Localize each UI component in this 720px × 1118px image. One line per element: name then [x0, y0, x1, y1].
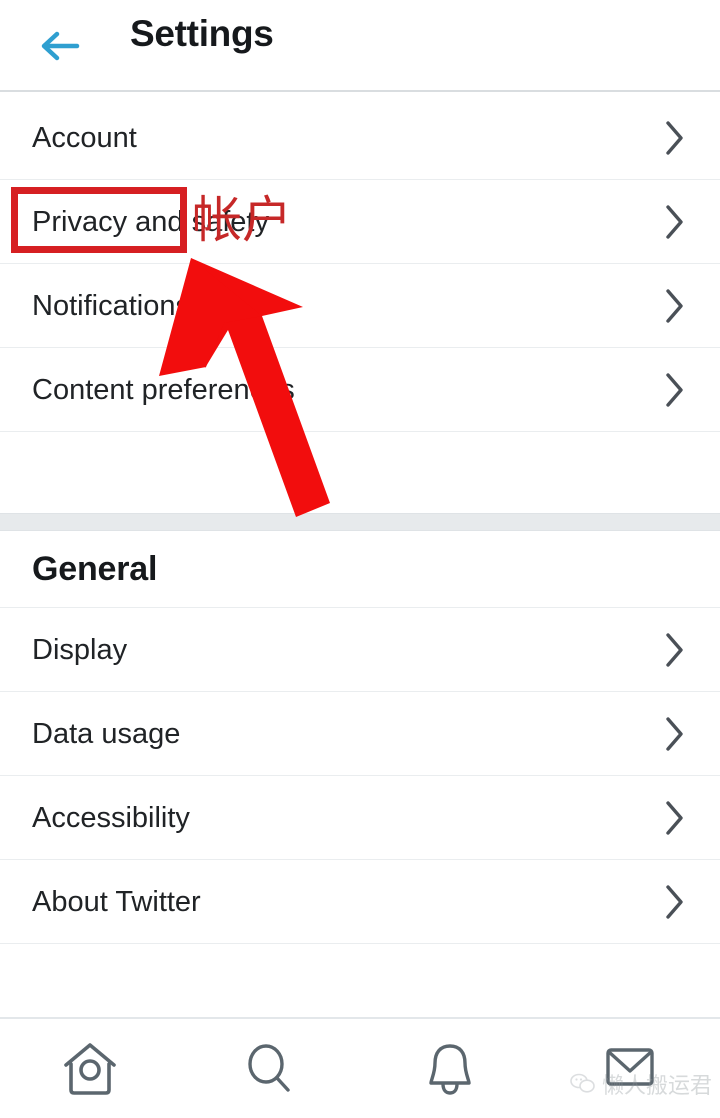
settings-row-label: Accessibility	[32, 802, 190, 834]
bottom-navigation-bar	[0, 1017, 720, 1118]
settings-row-accessibility[interactable]: Accessibility	[0, 776, 720, 860]
settings-row-data-usage[interactable]: Data usage	[0, 692, 720, 776]
section-divider	[0, 513, 720, 531]
nav-item-notifications[interactable]	[360, 1019, 540, 1118]
chevron-right-icon	[664, 608, 686, 692]
general-section: General Display Data usage Accessibility	[0, 531, 720, 944]
settings-row-privacy-and-safety[interactable]: Privacy and safety	[0, 180, 720, 264]
settings-row-label: Data usage	[32, 718, 181, 750]
chevron-right-icon	[664, 860, 686, 944]
bell-icon	[423, 1040, 477, 1098]
settings-row-label: Display	[32, 634, 128, 666]
account-section: Account Privacy and safety Notifications	[0, 96, 720, 432]
section-header-label: General	[32, 550, 158, 588]
settings-row-content-preferences[interactable]: Content preferences	[0, 348, 720, 432]
settings-row-display[interactable]: Display	[0, 608, 720, 692]
nav-item-messages[interactable]	[540, 1019, 720, 1118]
back-button[interactable]	[30, 20, 92, 72]
chevron-right-icon	[664, 264, 686, 348]
arrow-left-icon	[39, 30, 83, 62]
chevron-right-icon	[664, 776, 686, 860]
settings-screen: Settings Account Privacy and safety Noti…	[0, 0, 720, 1118]
chevron-right-icon	[664, 180, 686, 264]
section-header-general: General	[0, 531, 720, 608]
search-icon	[241, 1040, 299, 1098]
nav-item-home[interactable]	[0, 1019, 180, 1118]
home-icon	[59, 1040, 121, 1098]
page-title: Settings	[130, 13, 274, 54]
settings-row-account[interactable]: Account	[0, 96, 720, 180]
settings-row-label: Notifications	[32, 290, 190, 322]
settings-row-notifications[interactable]: Notifications	[0, 264, 720, 348]
nav-item-search[interactable]	[180, 1019, 360, 1118]
settings-row-label: Account	[32, 122, 137, 154]
settings-row-label: Content preferences	[32, 374, 295, 406]
settings-row-label: About Twitter	[32, 886, 201, 918]
chevron-right-icon	[664, 692, 686, 776]
settings-row-label: Privacy and safety	[32, 206, 269, 238]
app-header: Settings	[0, 0, 720, 92]
settings-row-about-twitter[interactable]: About Twitter	[0, 860, 720, 944]
chevron-right-icon	[664, 96, 686, 180]
chevron-right-icon	[664, 348, 686, 432]
envelope-icon	[601, 1042, 659, 1096]
